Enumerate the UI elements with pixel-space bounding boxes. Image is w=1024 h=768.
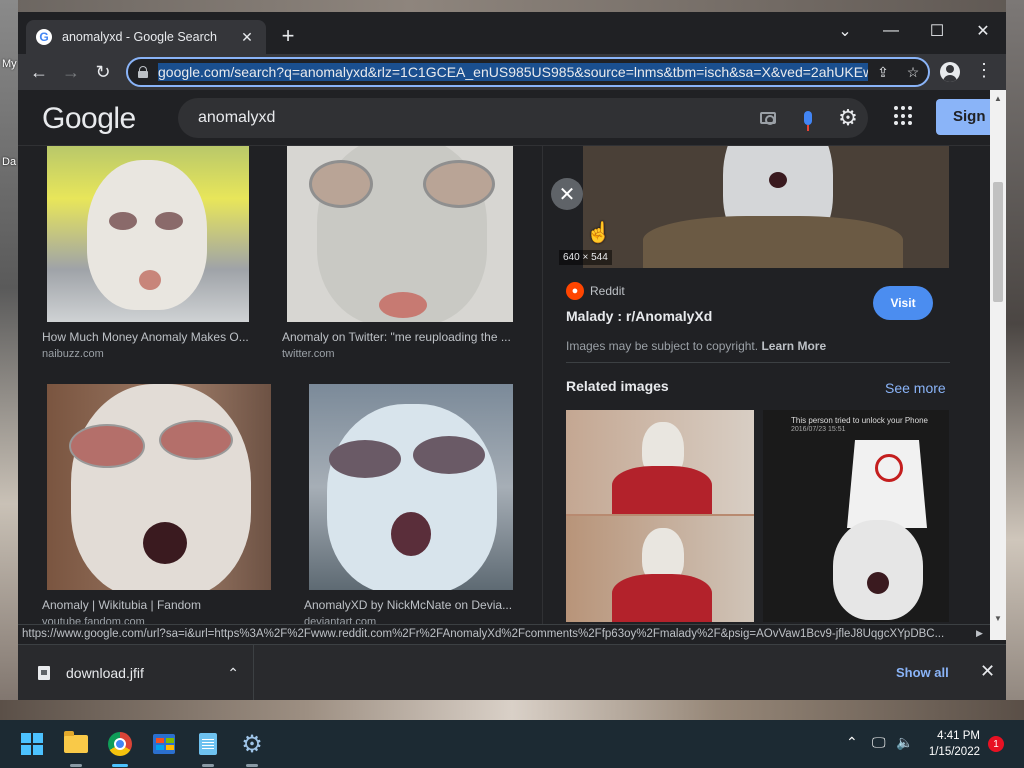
share-icon[interactable]: ⇪ xyxy=(868,64,898,81)
clock-time: 4:41 PM xyxy=(937,730,980,742)
copyright-notice: Images may be subject to copyright. Lear… xyxy=(566,339,826,353)
preview-source[interactable]: ● Reddit xyxy=(566,282,625,300)
chevron-up-icon[interactable]: ⌃ xyxy=(227,665,239,682)
network-icon[interactable]: 🖵 xyxy=(872,734,886,751)
maximize-button[interactable]: ☐ xyxy=(914,16,960,46)
result-source: twitter.com xyxy=(282,348,335,360)
tab-title: anomalyxd - Google Search xyxy=(62,30,217,44)
scroll-right-arrow-icon[interactable]: ▶ xyxy=(976,628,983,639)
file-explorer-icon[interactable] xyxy=(60,728,92,760)
result-thumbnail[interactable] xyxy=(287,146,513,322)
result-thumbnail[interactable] xyxy=(47,146,249,322)
microsoft-store-icon[interactable] xyxy=(148,728,180,760)
image-result[interactable]: AnomalyXD by NickMcNate on Devia... devi… xyxy=(304,384,524,628)
google-header: Google ⚙ Sign in xyxy=(18,90,990,146)
browser-menu-icon[interactable]: ⋮ xyxy=(974,60,994,81)
sign-in-button[interactable]: Sign in xyxy=(936,99,990,135)
downloads-bar: download.jfif ⌃ Show all ✕ xyxy=(18,644,1006,700)
close-window-button[interactable]: ✕ xyxy=(960,16,1006,46)
notification-badge[interactable]: 1 xyxy=(988,736,1004,752)
clock[interactable]: 4:41 PM 1/15/2022 xyxy=(920,728,980,760)
status-url: https://www.google.com/url?sa=i&url=http… xyxy=(22,628,945,640)
taskbar: ⚙ ⌃ 🖵 🔈 4:41 PM 1/15/2022 1 xyxy=(0,720,1024,768)
image-dimensions: 640 × 544 xyxy=(559,250,612,265)
close-downloads-icon[interactable]: ✕ xyxy=(980,661,995,682)
google-favicon-icon: G xyxy=(36,29,52,45)
download-filename[interactable]: download.jfif xyxy=(66,665,227,681)
tab-search-chevron-icon[interactable]: ⌄ xyxy=(822,16,868,46)
scroll-down-arrow-icon[interactable]: ▼ xyxy=(994,614,1002,623)
hand-cursor-icon: ☝ xyxy=(586,222,611,244)
see-more-link[interactable]: See more xyxy=(885,380,946,396)
notepad-icon[interactable] xyxy=(192,728,224,760)
browser-window: G anomalyxd - Google Search ✕ + ⌄ — ☐ ✕ … xyxy=(18,12,1006,700)
image-result[interactable]: Anomaly | Wikitubia | Fandom youtube.fan… xyxy=(42,384,282,628)
microphone-icon[interactable] xyxy=(788,111,828,131)
show-all-downloads-link[interactable]: Show all xyxy=(896,665,949,680)
result-thumbnail[interactable] xyxy=(309,384,513,590)
file-icon xyxy=(38,666,50,680)
search-results-page: Google ⚙ Sign in How Much Money Anomaly … xyxy=(18,90,990,640)
forward-button[interactable]: → xyxy=(58,60,84,84)
download-item[interactable]: download.jfif ⌃ xyxy=(18,645,254,700)
learn-more-link[interactable]: Learn More xyxy=(761,339,826,353)
related-date: 2016/07/23 15:51 xyxy=(791,426,846,433)
clock-date: 1/15/2022 xyxy=(928,746,980,758)
google-logo[interactable]: Google xyxy=(42,102,136,136)
browser-tab[interactable]: G anomalyxd - Google Search ✕ xyxy=(26,20,266,54)
vertical-scrollbar[interactable]: ▲ ▼ xyxy=(990,90,1006,640)
reload-button[interactable]: ↻ xyxy=(90,60,116,84)
image-result[interactable]: How Much Money Anomaly Makes O... naibuz… xyxy=(42,146,262,360)
scroll-up-arrow-icon[interactable]: ▲ xyxy=(994,94,1002,103)
scrollbar-thumb[interactable] xyxy=(993,182,1003,302)
result-source: naibuzz.com xyxy=(42,348,104,360)
back-button[interactable]: ← xyxy=(26,60,52,84)
google-apps-icon[interactable] xyxy=(894,106,914,126)
show-hidden-icons-chevron-icon[interactable]: ⌃ xyxy=(846,734,858,751)
search-settings-gear-icon[interactable]: ⚙ xyxy=(828,105,868,131)
desktop-icon-label[interactable]: Da xyxy=(2,156,16,168)
start-button[interactable] xyxy=(16,728,48,760)
address-bar[interactable]: google.com/search?q=anomalyxd&rlz=1C1GCE… xyxy=(126,57,930,87)
search-input[interactable] xyxy=(198,109,748,127)
chrome-icon[interactable] xyxy=(104,728,136,760)
new-tab-button[interactable]: + xyxy=(276,24,300,48)
related-images-heading: Related images xyxy=(566,378,669,394)
result-title[interactable]: Anomaly | Wikitubia | Fandom xyxy=(42,598,278,612)
lock-icon[interactable] xyxy=(138,66,148,78)
copyright-text: Images may be subject to copyright. xyxy=(566,339,759,353)
result-title[interactable]: Anomaly on Twitter: "me reuploading the … xyxy=(282,330,518,344)
volume-icon[interactable]: 🔈 xyxy=(896,734,913,751)
close-tab-icon[interactable]: ✕ xyxy=(238,29,256,46)
url-text[interactable]: google.com/search?q=anomalyxd&rlz=1C1GCE… xyxy=(158,63,868,81)
divider xyxy=(566,362,950,363)
desktop-icon-label[interactable]: My xyxy=(2,58,17,70)
related-image[interactable] xyxy=(566,410,754,622)
result-thumbnail[interactable] xyxy=(47,384,271,590)
reddit-icon: ● xyxy=(566,282,584,300)
visit-button[interactable]: Visit xyxy=(873,286,933,320)
related-image[interactable]: This person tried to unlock your Phone 2… xyxy=(763,410,949,622)
search-box[interactable]: ⚙ xyxy=(178,98,868,138)
bookmark-star-icon[interactable]: ☆ xyxy=(898,64,928,81)
preview-image[interactable] xyxy=(583,146,949,268)
camera-search-icon[interactable] xyxy=(748,112,788,125)
close-preview-button[interactable]: ✕ xyxy=(551,178,583,210)
profile-avatar-icon[interactable] xyxy=(940,62,960,82)
image-result[interactable]: Anomaly on Twitter: "me reuploading the … xyxy=(282,146,522,360)
preview-title[interactable]: Malady : r/AnomalyXd xyxy=(566,308,712,324)
link-status-bar: https://www.google.com/url?sa=i&url=http… xyxy=(18,624,990,644)
browser-toolbar: ← → ↻ google.com/search?q=anomalyxd&rlz=… xyxy=(18,54,1006,90)
result-title[interactable]: AnomalyXD by NickMcNate on Devia... xyxy=(304,598,518,612)
source-name[interactable]: Reddit xyxy=(590,284,625,298)
result-title[interactable]: How Much Money Anomaly Makes O... xyxy=(42,330,256,344)
settings-gear-icon[interactable]: ⚙ xyxy=(236,728,268,760)
related-caption: This person tried to unlock your Phone xyxy=(791,416,928,425)
tab-strip: G anomalyxd - Google Search ✕ + ⌄ — ☐ ✕ xyxy=(18,12,1006,54)
minimize-button[interactable]: — xyxy=(868,16,914,46)
